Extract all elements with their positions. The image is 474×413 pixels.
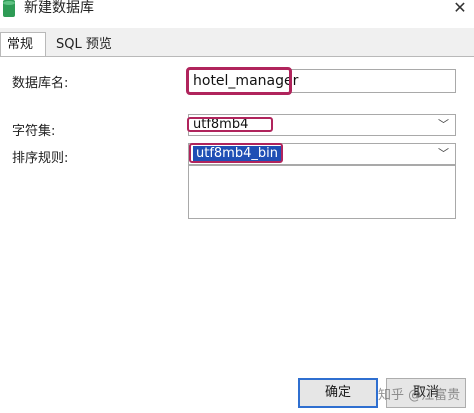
close-icon[interactable]: ✕ <box>446 0 474 18</box>
db-name-label: 数据库名: <box>12 76 69 91</box>
chevron-down-icon: ﹀ <box>438 147 449 160</box>
charset-label: 字符集: <box>12 124 56 139</box>
collation-label: 排序规则: <box>12 151 69 166</box>
charset-value: utf8mb4 <box>193 117 249 132</box>
tab-general[interactable]: 常规 <box>0 32 46 57</box>
tab-strip: 常规 SQL 预览 <box>0 28 474 57</box>
db-name-input[interactable]: hotel_manager <box>188 69 456 93</box>
db-name-value: hotel_manager <box>193 73 299 89</box>
database-app-icon <box>3 0 15 17</box>
tab-sql-preview[interactable]: SQL 预览 <box>50 34 120 56</box>
charset-select[interactable]: utf8mb4 ﹀ <box>188 114 456 136</box>
ok-button[interactable]: 确定 <box>298 378 378 408</box>
general-panel <box>0 56 474 413</box>
window-title: 新建数据库 <box>24 0 94 16</box>
collation-select[interactable]: utf8mb4_bin ﹀ <box>188 143 456 165</box>
title-bar: 新建数据库 ✕ <box>0 0 474 28</box>
chevron-down-icon: ﹀ <box>438 118 449 131</box>
cancel-button[interactable]: 取消 <box>386 378 466 408</box>
button-bar: 确定 取消 <box>0 372 474 413</box>
collation-dropdown-list[interactable] <box>188 165 456 219</box>
collation-value: utf8mb4_bin <box>193 146 281 161</box>
